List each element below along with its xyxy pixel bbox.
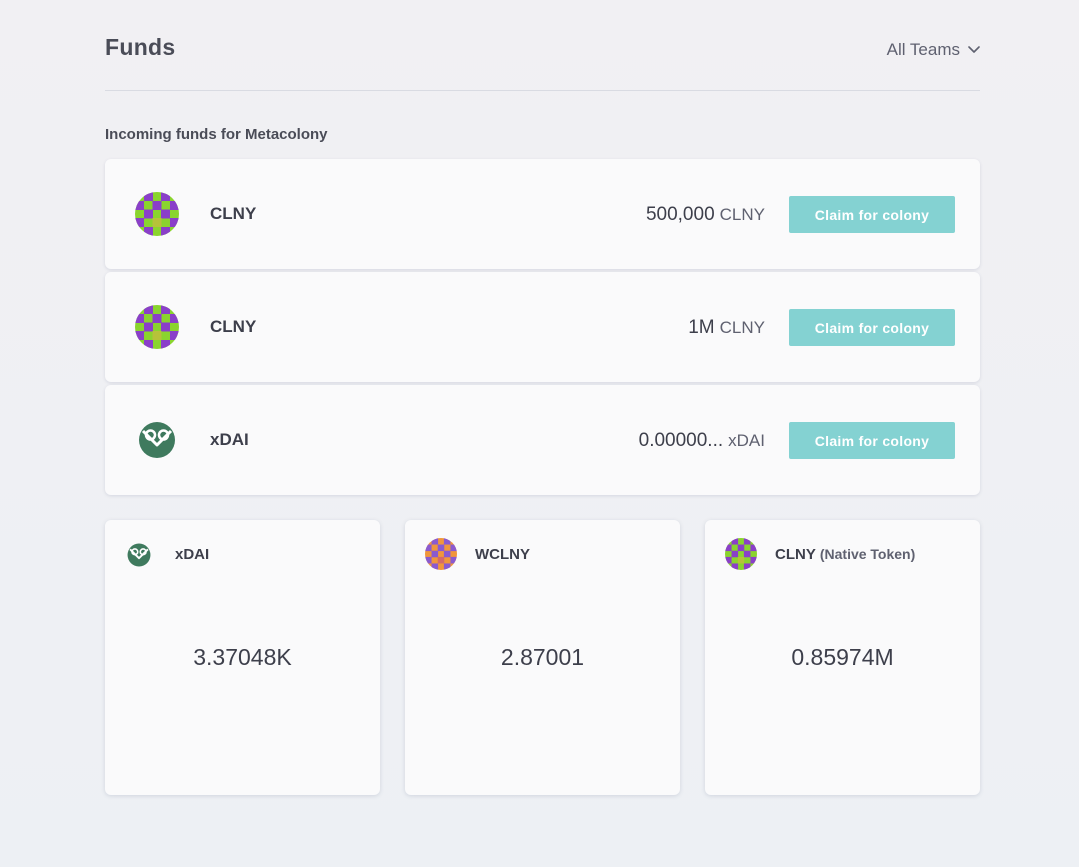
balance-token-name: xDAI	[175, 546, 210, 563]
balance-value: 2.87001	[500, 644, 585, 670]
incoming-fund-row: xDAI 0.00000... xDAI Claim for colony	[105, 385, 980, 495]
fund-amount: 0.00000... xDAI	[639, 430, 765, 452]
balance-token-name: CLNY (Native Token)	[775, 546, 915, 563]
clny-token-icon	[135, 192, 179, 236]
token-name: xDAI	[210, 430, 249, 449]
claim-for-colony-button[interactable]: Claim for colony	[789, 309, 955, 346]
team-select-value: All Teams	[886, 40, 960, 59]
amount-symbol: CLNY	[719, 205, 765, 224]
funds-page: Funds All Teams Incoming funds for Metac…	[105, 0, 980, 795]
claim-for-colony-button[interactable]: Claim for colony	[789, 422, 955, 459]
incoming-funds-list: CLNY 500,000 CLNY Claim for colony CLNY 1…	[105, 159, 980, 498]
team-select-dropdown[interactable]: All Teams	[887, 38, 980, 62]
claim-for-colony-button[interactable]: Claim for colony	[789, 196, 955, 233]
balance-token-symbol: CLNY	[775, 546, 816, 563]
page-title: Funds	[105, 34, 176, 60]
clny-token-icon	[135, 305, 179, 349]
incoming-funds-label: Incoming funds for Metacolony	[105, 126, 328, 143]
amount-value: 500,000	[645, 204, 715, 225]
clny-token-icon	[725, 538, 757, 570]
token-balance-card[interactable]: xDAI 3.37048K	[105, 520, 380, 795]
token-balances: xDAI 3.37048K WCLNY 2.87001 CLNY (Native…	[105, 520, 980, 795]
xdai-token-icon	[127, 543, 151, 567]
amount-value: 0.00000...	[638, 430, 724, 451]
amount-value: 1M	[688, 317, 715, 338]
token-balance-card[interactable]: WCLNY 2.87001	[405, 520, 680, 795]
balance-value: 0.85974M	[791, 644, 894, 670]
xdai-token-icon	[139, 422, 175, 458]
incoming-fund-row: CLNY 1M CLNY Claim for colony	[105, 272, 980, 382]
token-balance-card[interactable]: CLNY (Native Token) 0.85974M	[705, 520, 980, 795]
chevron-down-icon	[968, 46, 980, 53]
page-header: Funds All Teams	[105, 0, 980, 91]
balance-value: 3.37048K	[193, 644, 292, 670]
token-name: CLNY	[210, 317, 257, 336]
incoming-fund-row: CLNY 500,000 CLNY Claim for colony	[105, 159, 980, 269]
native-token-label: (Native Token)	[819, 546, 916, 562]
balance-token-name: WCLNY	[475, 546, 530, 563]
wclny-token-icon	[425, 538, 457, 570]
fund-amount: 500,000 CLNY	[646, 204, 765, 226]
amount-symbol: xDAI	[728, 431, 765, 450]
token-name: CLNY	[210, 204, 257, 223]
fund-amount: 1M CLNY	[688, 317, 765, 339]
amount-symbol: CLNY	[719, 318, 765, 337]
